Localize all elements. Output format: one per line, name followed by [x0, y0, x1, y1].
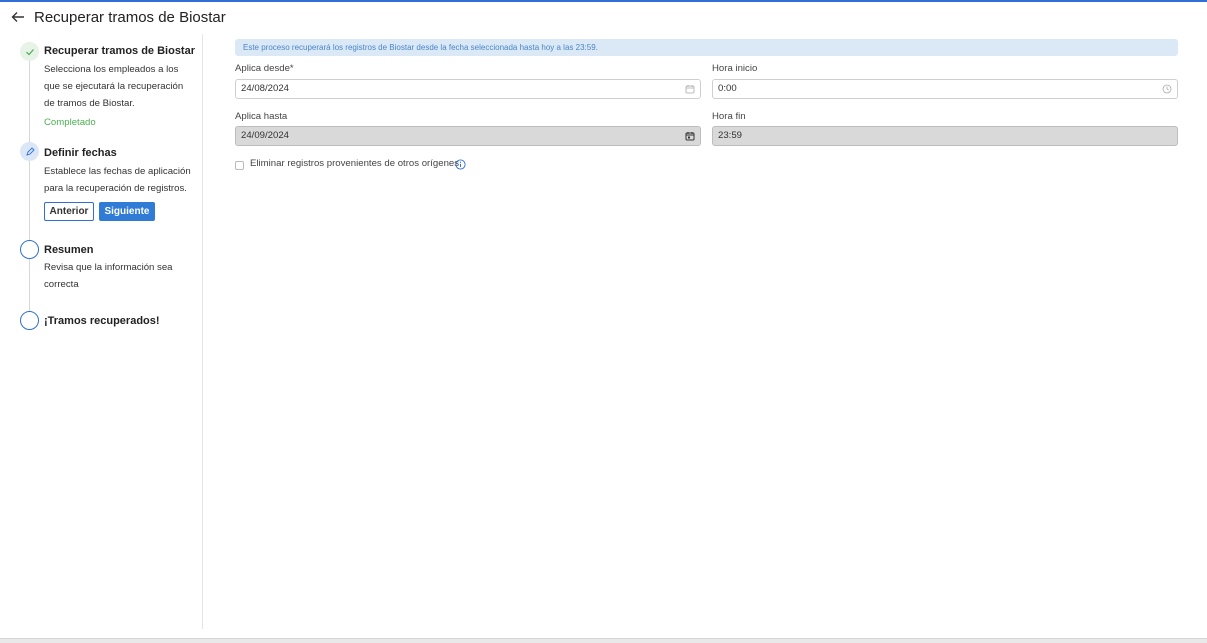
- to-date-label: Aplica hasta: [235, 111, 288, 122]
- step-description-line: correcta: [44, 279, 79, 290]
- page-title: Recuperar tramos de Biostar: [34, 8, 226, 26]
- step-description: Revisa que la información sea correcta: [44, 259, 194, 293]
- from-date-label: Aplica desde*: [235, 63, 294, 74]
- delete-other-origins-label: Eliminar registros provenientes de otros…: [250, 158, 460, 169]
- step-connector: [29, 160, 30, 242]
- back-arrow-icon[interactable]: [10, 9, 26, 25]
- clock-icon[interactable]: [1162, 84, 1172, 94]
- calendar-icon[interactable]: [685, 84, 695, 94]
- bottom-scrollbar[interactable]: [0, 638, 1207, 643]
- start-time-field[interactable]: 0:00: [712, 79, 1178, 99]
- next-button[interactable]: Siguiente: [99, 202, 155, 221]
- step-description: Selecciona los empleados a los que se ej…: [44, 61, 194, 112]
- previous-button[interactable]: Anterior: [44, 202, 94, 221]
- info-banner: Este proceso recuperará los registros de…: [235, 39, 1178, 56]
- page-header: Recuperar tramos de Biostar: [0, 2, 1207, 32]
- step-title: Resumen: [44, 244, 94, 256]
- end-time-field: 23:59: [712, 126, 1178, 146]
- step-description: Establece las fechas de aplicación para …: [44, 163, 194, 197]
- step-description-line: que se ejecutará la recuperación: [44, 81, 184, 92]
- step-description-line: Establece las fechas de aplicación: [44, 166, 191, 177]
- step-description-line: Selecciona los empleados a los: [44, 64, 179, 75]
- step-description-line: Revisa que la información sea: [44, 262, 173, 273]
- from-date-field[interactable]: 24/08/2024: [235, 79, 701, 99]
- empty-circle-icon: [20, 240, 39, 259]
- calendar-icon: [685, 132, 695, 141]
- step-connector: [29, 60, 30, 144]
- end-time-label: Hora fin: [712, 111, 746, 122]
- step-title: Definir fechas: [44, 147, 117, 159]
- step-description-line: para la recuperación de registros.: [44, 183, 187, 194]
- step-connector: [29, 258, 30, 312]
- from-date-value: 24/08/2024: [241, 83, 290, 94]
- check-icon: [20, 42, 39, 61]
- empty-circle-icon: [20, 311, 39, 330]
- delete-other-origins-checkbox[interactable]: [235, 161, 244, 170]
- end-time-value: 23:59: [718, 130, 743, 141]
- to-date-value: 24/09/2024: [241, 130, 290, 141]
- start-time-value: 0:00: [718, 83, 737, 94]
- info-icon[interactable]: [455, 159, 466, 170]
- step-description-line: de tramos de Biostar.: [44, 98, 135, 109]
- step-status-completed: Completado: [44, 117, 96, 128]
- pencil-icon: [20, 142, 39, 161]
- to-date-field: 24/09/2024: [235, 126, 701, 146]
- step-title: Recuperar tramos de Biostar: [44, 45, 195, 57]
- step-title: ¡Tramos recuperados!: [44, 315, 160, 327]
- start-time-label: Hora inicio: [712, 63, 758, 74]
- stepper-sidebar: Recuperar tramos de Biostar Selecciona l…: [0, 34, 203, 629]
